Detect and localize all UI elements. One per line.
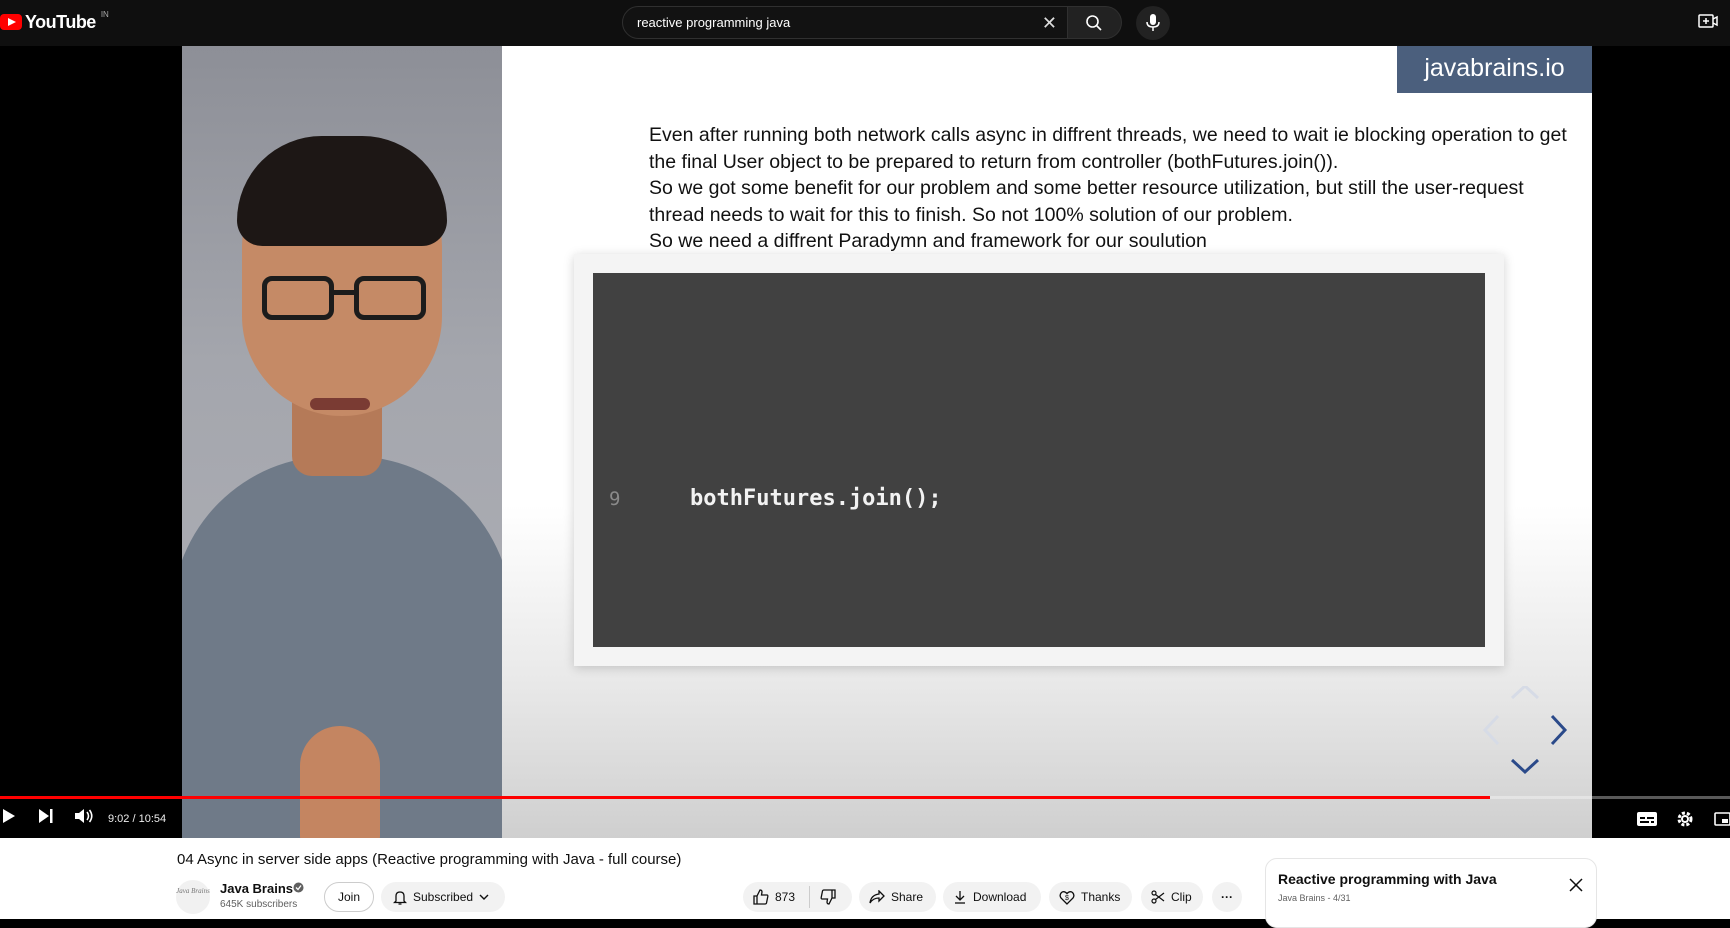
playlist-subtitle: Java Brains - 4/31: [1278, 893, 1351, 903]
code-card: 9 bothFutures.join();: [574, 254, 1504, 666]
scissors-icon: [1151, 890, 1165, 904]
settings-icon[interactable]: [1676, 810, 1694, 828]
bell-icon: [393, 890, 407, 905]
volume-icon[interactable]: [74, 808, 94, 824]
search-value: reactive programming java: [637, 15, 791, 30]
video-title: 04 Async in server side apps (Reactive p…: [177, 851, 682, 868]
chevron-down-icon: [479, 894, 489, 900]
subscribed-button[interactable]: Subscribed: [381, 882, 505, 912]
more-actions-button[interactable]: ···: [1212, 882, 1242, 912]
youtube-logo[interactable]: YouTube IN: [0, 9, 109, 34]
dislike-icon[interactable]: [820, 889, 836, 905]
subscribed-label: Subscribed: [413, 890, 474, 904]
svg-text:$: $: [1065, 895, 1069, 902]
subscriber-count: 645K subscribers: [220, 899, 298, 910]
slide-line: So we got some benefit for our problem a…: [649, 177, 1524, 226]
clear-search-icon[interactable]: ✕: [1042, 13, 1057, 33]
logo-country-code: IN: [100, 9, 109, 19]
subtitles-icon[interactable]: [1637, 812, 1657, 826]
like-icon[interactable]: [753, 889, 769, 905]
join-button[interactable]: Join: [324, 882, 374, 912]
channel-name[interactable]: Java Brains: [220, 881, 293, 896]
youtube-logo-icon: [0, 14, 22, 30]
time-display: 9:02 / 10:54: [108, 813, 167, 825]
search-input[interactable]: reactive programming java ✕: [622, 6, 1068, 39]
thanks-label: Thanks: [1081, 890, 1121, 904]
thanks-button[interactable]: $ Thanks: [1049, 882, 1132, 912]
code-panel: 9 bothFutures.join();: [593, 273, 1485, 647]
create-icon: [1698, 14, 1718, 28]
javabrains-watermark: javabrains.io: [1397, 46, 1592, 93]
thanks-icon: $: [1059, 890, 1075, 905]
search-icon: [1086, 15, 1102, 31]
clip-label: Clip: [1171, 890, 1192, 904]
close-icon[interactable]: [1568, 877, 1584, 893]
slide-text: Even after running both network calls as…: [649, 122, 1569, 255]
slide-navigation-icon: [1482, 686, 1568, 775]
download-label: Download: [973, 890, 1027, 904]
like-dislike-bar: 873: [743, 882, 852, 912]
voice-search-button[interactable]: [1136, 6, 1170, 40]
search-button[interactable]: [1068, 6, 1122, 39]
share-label: Share: [891, 890, 924, 904]
download-button[interactable]: Download: [943, 882, 1041, 912]
player-controls: 9:02 / 10:54: [0, 802, 1730, 838]
like-count[interactable]: 873: [775, 890, 795, 904]
download-icon: [955, 891, 965, 904]
verified-icon: [293, 882, 304, 893]
share-icon: [869, 890, 885, 904]
miniplayer-icon[interactable]: [1714, 812, 1730, 826]
play-icon[interactable]: [2, 808, 16, 824]
slide-line: Even after running both network calls as…: [649, 124, 1567, 173]
share-button[interactable]: Share: [859, 882, 936, 912]
join-label: Join: [337, 890, 360, 904]
presenter-image: [182, 46, 502, 838]
create-button[interactable]: [1698, 12, 1718, 35]
more-icon: ···: [1221, 890, 1233, 904]
video-info: 04 Async in server side apps (Reactive p…: [0, 838, 1730, 928]
next-icon[interactable]: [38, 808, 54, 824]
video-frame: javabrains.io Even after running both ne…: [182, 46, 1592, 838]
code-text: bothFutures.join();: [690, 486, 942, 511]
clip-button[interactable]: Clip: [1141, 882, 1203, 912]
playlist-panel[interactable]: Reactive programming with Java Java Brai…: [1265, 858, 1597, 928]
playlist-title[interactable]: Reactive programming with Java: [1278, 871, 1497, 887]
channel-avatar[interactable]: Java Brains: [176, 880, 210, 914]
progress-bar[interactable]: [0, 796, 1730, 799]
video-player[interactable]: javabrains.io Even after running both ne…: [0, 46, 1730, 838]
top-bar: YouTube IN reactive programming java ✕: [0, 0, 1730, 46]
microphone-icon: [1146, 14, 1160, 31]
progress-played: [0, 796, 1490, 799]
logo-text: YouTube: [25, 11, 96, 32]
like-divider: [809, 886, 811, 908]
slide-line: So we need a diffrent Paradymn and frame…: [649, 230, 1207, 252]
code-line-number: 9: [609, 488, 621, 510]
